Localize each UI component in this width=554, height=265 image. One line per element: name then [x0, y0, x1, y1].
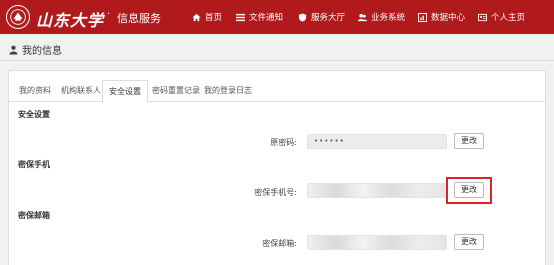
home-icon — [192, 13, 201, 22]
highlight-box — [446, 177, 492, 204]
nav-label: 数据中心 — [431, 13, 466, 23]
divider — [0, 60, 554, 61]
brand-name[interactable]: 山东大学 — [36, 7, 104, 31]
tab-org-contacts[interactable]: 机构联系人 — [55, 80, 107, 102]
password-label: 原密码: — [270, 138, 297, 147]
phone-field[interactable] — [307, 183, 447, 198]
nav-item-personal-home[interactable]: 个人主页 — [478, 0, 525, 34]
nav-label: 文件通知 — [249, 13, 284, 23]
nav-label: 服务大厅 — [311, 13, 346, 23]
tab-password-reset-log[interactable]: 密码重置记录 — [146, 80, 206, 102]
shield-icon — [298, 12, 307, 22]
nav-label: 业务系统 — [371, 13, 406, 23]
list-icon — [236, 13, 245, 22]
tab-security-settings[interactable]: 安全设置 — [102, 80, 148, 103]
chart-icon — [418, 12, 427, 22]
nav-label: 个人主页 — [491, 13, 526, 23]
password-field[interactable]: •••••• — [307, 134, 447, 149]
content-panel: 我的资料 机构联系人 安全设置 密码重置记录 我的登录日志 安全设置 原密码: … — [8, 70, 546, 265]
section-title-phone: 密保手机 — [18, 160, 50, 169]
nav-item-notices[interactable]: 文件通知 — [236, 0, 283, 34]
users-icon — [358, 13, 367, 22]
change-password-button[interactable]: 更改 — [454, 133, 484, 149]
brand-subtitle: 信息服务 — [117, 12, 161, 25]
university-logo[interactable] — [6, 5, 30, 29]
user-icon — [9, 45, 18, 54]
nav-item-data-center[interactable]: 数据中心 — [418, 0, 465, 34]
page-title: 我的信息 — [9, 42, 62, 57]
nav-item-home[interactable]: 首页 — [192, 0, 222, 34]
password-value: •••••• — [314, 137, 345, 145]
tab-my-profile[interactable]: 我的资料 — [13, 80, 57, 102]
brand-separator: · — [107, 9, 111, 20]
nav-item-service-hall[interactable]: 服务大厅 — [298, 0, 345, 34]
tab-bar: 我的资料 机构联系人 安全设置 密码重置记录 我的登录日志 — [9, 80, 545, 103]
change-email-button[interactable]: 更改 — [454, 234, 484, 250]
top-navigation-bar: 山东大学 · 信息服务 首页 文件通知 服务大厅 业务系统 数据中心 个人主页 — [0, 0, 554, 34]
page-title-text: 我的信息 — [22, 46, 62, 57]
nav-item-business-systems[interactable]: 业务系统 — [358, 0, 405, 34]
tab-login-log[interactable]: 我的登录日志 — [198, 80, 258, 102]
email-label: 密保邮箱: — [262, 239, 297, 248]
section-title-email: 密保邮箱 — [18, 211, 50, 220]
nav-label: 首页 — [205, 13, 223, 23]
profile-card-icon — [478, 13, 487, 22]
email-field[interactable] — [307, 235, 447, 250]
section-title-security: 安全设置 — [18, 110, 50, 119]
phone-label: 密保手机号: — [254, 188, 297, 197]
